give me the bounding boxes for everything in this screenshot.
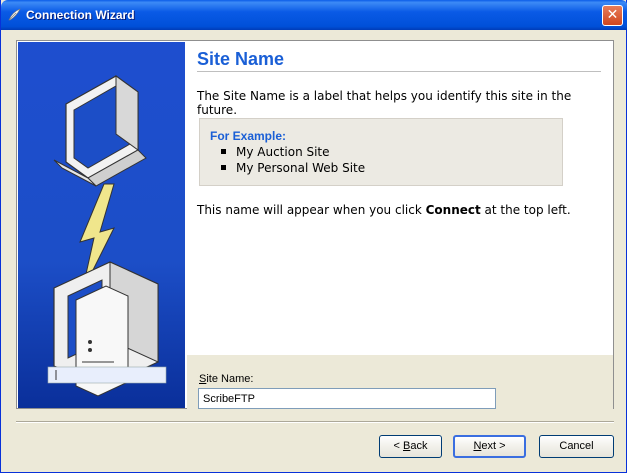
list-item: My Auction Site xyxy=(221,145,330,159)
wizard-sidebar xyxy=(18,42,185,408)
feather-icon xyxy=(8,8,21,21)
site-name-label: Site Name: xyxy=(199,373,254,385)
title-bar[interactable]: Connection Wizard ✕ xyxy=(1,0,627,30)
connect-emphasis: Connect xyxy=(425,203,481,217)
example-heading: For Example: xyxy=(210,129,287,143)
footer-separator xyxy=(16,421,614,423)
close-button[interactable]: ✕ xyxy=(602,5,623,26)
example-text: My Auction Site xyxy=(236,145,330,159)
connection-wizard-window: Connection Wizard ✕ Site Name The Site N… xyxy=(0,0,627,473)
site-name-input[interactable] xyxy=(198,388,496,409)
wizard-content: Site Name The Site Name is a label that … xyxy=(16,40,614,409)
back-button[interactable]: < Back xyxy=(379,435,442,458)
wizard-page: Site Name The Site Name is a label that … xyxy=(187,42,613,355)
cancel-button[interactable]: Cancel xyxy=(539,435,614,458)
title-divider xyxy=(197,71,601,72)
page-description: The Site Name is a label that helps you … xyxy=(197,89,572,117)
example-box: For Example: My Auction Site My Personal… xyxy=(199,118,563,186)
connect-note: This name will appear when you click Con… xyxy=(197,203,571,217)
close-icon: ✕ xyxy=(606,7,619,23)
bullet-icon xyxy=(221,165,226,170)
list-item: My Personal Web Site xyxy=(221,161,366,175)
site-name-section: Site Name: xyxy=(187,355,613,409)
page-title: Site Name xyxy=(197,49,285,69)
bullet-icon xyxy=(221,149,226,154)
next-button[interactable]: Next > xyxy=(453,435,526,458)
computer-connection-illustration xyxy=(47,75,167,397)
window-title: Connection Wizard xyxy=(26,8,135,22)
example-text: My Personal Web Site xyxy=(236,161,366,175)
